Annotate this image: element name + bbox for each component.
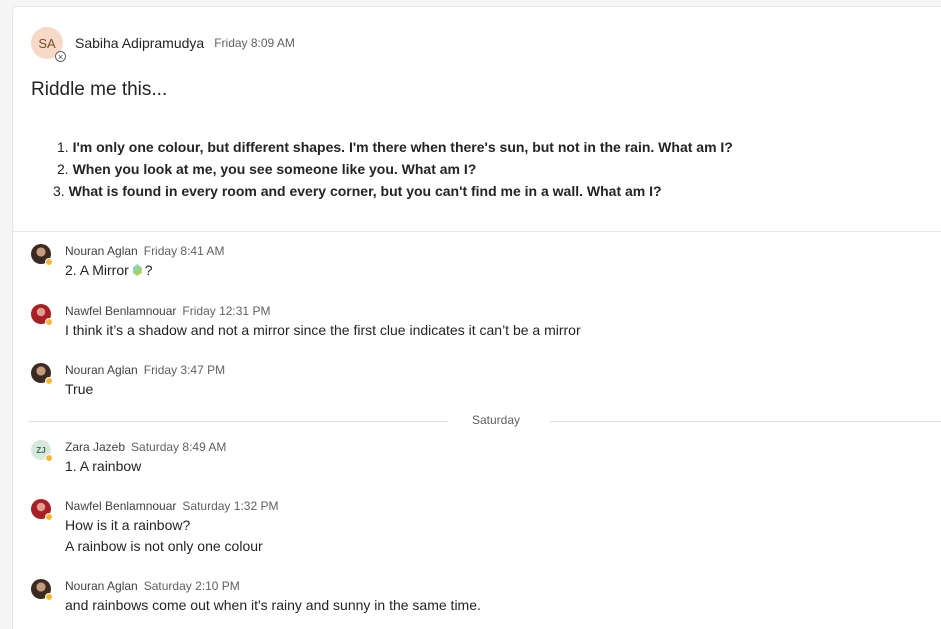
reply-message[interactable]: Nouran Aglan Saturday 2:10 PM and rainbow… (31, 578, 481, 616)
reply-body: Nouran Aglan Saturday 2:10 PM and rainbow… (65, 578, 481, 616)
timestamp: Friday 3:47 PM (143, 363, 226, 377)
message-text: How is it a rainbow? (65, 517, 191, 533)
author-name[interactable]: Nouran Aglan (65, 579, 138, 593)
avatar-initials: SA (38, 35, 56, 51)
message-text: and rainbows come out when it's rainy an… (65, 597, 481, 613)
gem-emoji-icon (132, 264, 142, 276)
timestamp: Saturday 1:32 PM (182, 499, 279, 513)
message-text: A rainbow is not only one colour (65, 538, 263, 554)
reply-body: Nawfel Benlamnouar Saturday 1:32 PM How i… (65, 498, 278, 557)
message-text: 2. A Mirror? (65, 262, 153, 278)
reply-body: Nawfel Benlamnouar Friday 12:31 PM I thin… (65, 303, 581, 341)
author-name[interactable]: Nawfel Benlamnouar (65, 304, 176, 318)
author-name[interactable]: Nouran Aglan (65, 363, 138, 377)
day-separator: Saturday (28, 411, 941, 433)
blocked-status-icon: × (55, 51, 66, 62)
day-separator-label: Saturday (472, 413, 521, 427)
avatar[interactable] (31, 579, 53, 601)
reply-message[interactable]: ZJ Zara Jazeb Saturday 8:49 AM 1. A rainb… (31, 439, 226, 477)
post-title: Riddle me this... (31, 79, 168, 100)
reply-message[interactable]: Nawfel Benlamnouar Saturday 1:32 PM How i… (31, 498, 278, 557)
root-post-header: SA × Sabiha Adipramudya Friday 8:09 AM (31, 27, 295, 62)
avatar[interactable] (31, 363, 53, 385)
message-text: I think it’s a shadow and not a mirror s… (65, 322, 581, 338)
author-name[interactable]: Sabiha Adipramudya (75, 35, 204, 51)
presence-away-icon (45, 513, 53, 521)
author-name[interactable]: Nouran Aglan (65, 244, 138, 258)
conversation-card: SA × Sabiha Adipramudya Friday 8:09 AM R… (12, 6, 941, 629)
avatar[interactable] (31, 499, 53, 521)
author-name[interactable]: Nawfel Benlamnouar (65, 499, 176, 513)
author-name[interactable]: Zara Jazeb (65, 440, 125, 454)
presence-away-icon (45, 258, 53, 266)
timestamp: Saturday 8:49 AM (131, 440, 227, 454)
presence-away-icon (45, 593, 53, 601)
reply-body: Nouran Aglan Friday 3:47 PM True (65, 362, 225, 400)
reply-message[interactable]: Nouran Aglan Friday 8:41 AM 2. A Mirror? (31, 243, 224, 281)
timestamp: Saturday 2:10 PM (143, 579, 240, 593)
avatar[interactable] (31, 244, 53, 266)
divider (550, 421, 941, 422)
presence-away-icon (45, 454, 53, 462)
presence-away-icon (45, 318, 53, 326)
reply-message[interactable]: Nawfel Benlamnouar Friday 12:31 PM I thin… (31, 303, 581, 341)
message-text: 1. A rainbow (65, 458, 142, 474)
reply-message[interactable]: Nouran Aglan Friday 3:47 PM True (31, 362, 225, 400)
message-text: True (65, 381, 94, 397)
timestamp: Friday 12:31 PM (182, 304, 271, 318)
timestamp: Friday 8:41 AM (143, 244, 225, 258)
timestamp: Friday 8:09 AM (214, 36, 295, 50)
list-item: 1. I'm only one colour, but different sh… (57, 139, 733, 155)
riddle-list: 1. I'm only one colour, but different sh… (53, 136, 733, 202)
divider (13, 231, 941, 232)
avatar[interactable] (31, 304, 53, 326)
presence-away-icon (45, 377, 53, 385)
avatar[interactable]: SA × (31, 27, 66, 62)
divider (28, 421, 448, 422)
list-item: 2. When you look at me, you see someone … (57, 161, 477, 177)
avatar[interactable]: ZJ (31, 440, 53, 462)
reply-body: Nouran Aglan Friday 8:41 AM 2. A Mirror? (65, 243, 224, 281)
list-item: 3. What is found in every room and every… (53, 183, 662, 199)
reply-body: Zara Jazeb Saturday 8:49 AM 1. A rainbow (65, 439, 226, 477)
